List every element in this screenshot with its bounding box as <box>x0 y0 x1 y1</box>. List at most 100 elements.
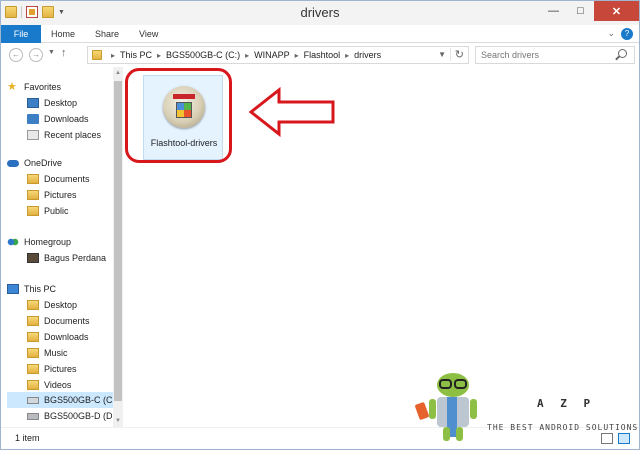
nav-item-label: Bagus Perdana <box>44 253 107 263</box>
minimize-button[interactable]: — <box>540 1 567 21</box>
watermark-tagline: THE BEST ANDROID SOLUTIONS <box>487 423 639 432</box>
address-bar[interactable]: ▸ This PC ▸ BGS500GB-C (C:) ▸ WINAPP ▸ F… <box>87 46 469 64</box>
explorer-window: ▼ drivers — □ ✕ File Home Share View ⌄ ?… <box>0 0 640 450</box>
breadcrumb-this-pc[interactable]: This PC <box>120 50 152 60</box>
breadcrumb-drivers[interactable]: drivers <box>354 50 381 60</box>
breadcrumb-winapp[interactable]: WINAPP <box>254 50 290 60</box>
tab-home[interactable]: Home <box>41 25 85 43</box>
navigation-pane: ★ Favorites Desktop Downloads Recent pla… <box>1 67 125 427</box>
nav-item-pc-music[interactable]: Music <box>27 345 68 361</box>
search-input[interactable] <box>475 46 635 64</box>
nav-item-drive-c[interactable]: BGS500GB-C (C:) <box>7 392 118 408</box>
breadcrumb-chevron-icon[interactable]: ▸ <box>157 51 161 60</box>
downloads-icon <box>27 114 39 124</box>
highlight-circle <box>125 68 232 163</box>
navigation-scrollbar[interactable]: ▲ ▼ <box>113 67 123 427</box>
nav-group-label: This PC <box>24 284 57 294</box>
desktop-icon <box>27 98 39 108</box>
nav-group-homegroup[interactable]: Homegroup <box>7 234 71 250</box>
star-icon: ★ <box>7 81 17 93</box>
nav-item-pc-desktop[interactable]: Desktop <box>27 297 77 313</box>
breadcrumb-chevron-icon[interactable]: ▸ <box>111 51 115 60</box>
nav-item-downloads[interactable]: Downloads <box>27 111 89 127</box>
nav-item-label: Desktop <box>44 98 78 108</box>
nav-item-label: Music <box>44 348 68 358</box>
nav-group-label: Favorites <box>24 82 62 92</box>
tab-share[interactable]: Share <box>85 25 129 43</box>
breadcrumb-chevron-icon[interactable]: ▸ <box>245 51 249 60</box>
nav-item-label: BGS500GB-D (D:) <box>44 411 119 421</box>
nav-item-label: Videos <box>44 380 72 390</box>
tab-file[interactable]: File <box>1 25 41 43</box>
nav-item-label: Documents <box>44 316 90 326</box>
expand-ribbon-chevron-icon[interactable]: ⌄ <box>607 28 615 40</box>
drive-icon <box>27 412 39 420</box>
pointer-arrow-icon <box>248 86 335 138</box>
tab-view[interactable]: View <box>129 25 168 43</box>
computer-icon <box>7 284 19 294</box>
window-controls: — □ ✕ <box>540 1 639 21</box>
scroll-thumb[interactable] <box>114 81 122 401</box>
folder-icon <box>27 332 39 342</box>
nav-item-label: Downloads <box>44 114 89 124</box>
nav-group-label: OneDrive <box>24 158 63 168</box>
maximize-button[interactable]: □ <box>567 1 594 21</box>
folder-icon <box>27 300 39 310</box>
nav-item-pc-downloads[interactable]: Downloads <box>27 329 89 345</box>
title-bar: ▼ drivers — □ ✕ <box>1 1 639 25</box>
ribbon-right-controls: ⌄ ? <box>607 28 633 40</box>
nav-item-recent-places[interactable]: Recent places <box>27 127 101 143</box>
nav-item-label: Downloads <box>44 332 89 342</box>
android-mascot-icon <box>415 373 477 441</box>
address-history-chevron-icon[interactable]: ▼ <box>438 50 446 59</box>
scroll-down-icon[interactable]: ▼ <box>113 415 123 427</box>
close-button[interactable]: ✕ <box>594 1 639 21</box>
folder-icon <box>27 380 39 390</box>
refresh-icon[interactable]: ↻ <box>449 48 464 61</box>
cloud-icon <box>7 159 19 167</box>
ribbon-tabs: File Home Share View ⌄ ? <box>1 25 639 43</box>
nav-group-label: Homegroup <box>24 237 72 247</box>
nav-item-label: BGS500GB-C (C:) <box>44 395 119 405</box>
folder-icon <box>27 190 39 200</box>
breadcrumb-drive-c[interactable]: BGS500GB-C (C:) <box>166 50 240 60</box>
drive-icon <box>27 396 39 404</box>
up-arrow-icon[interactable]: ↑ <box>61 47 67 59</box>
folder-icon <box>27 206 39 216</box>
help-icon[interactable]: ? <box>621 28 633 40</box>
recent-places-icon <box>27 130 39 140</box>
nav-group-onedrive[interactable]: OneDrive <box>7 155 62 171</box>
search-icon[interactable] <box>618 49 627 58</box>
nav-item-homegroup-user[interactable]: Bagus Perdana <box>27 250 106 266</box>
folder-icon <box>92 50 102 60</box>
nav-item-pc-pictures[interactable]: Pictures <box>27 361 77 377</box>
folder-icon <box>27 364 39 374</box>
breadcrumb-flashtool[interactable]: Flashtool <box>304 50 341 60</box>
nav-group-favorites[interactable]: ★ Favorites <box>7 79 61 95</box>
forward-button[interactable]: → <box>29 48 43 62</box>
recent-locations-chevron-icon[interactable]: ▼ <box>48 49 55 56</box>
watermark-letters: A Z P <box>537 397 596 410</box>
user-avatar-icon <box>27 253 39 263</box>
scroll-up-icon[interactable]: ▲ <box>113 67 123 79</box>
nav-item-onedrive-documents[interactable]: Documents <box>27 171 90 187</box>
nav-item-onedrive-public[interactable]: Public <box>27 203 69 219</box>
nav-item-pc-videos[interactable]: Videos <box>27 377 71 393</box>
back-button[interactable]: ← <box>9 48 23 62</box>
nav-item-label: Desktop <box>44 300 78 310</box>
breadcrumb-chevron-icon[interactable]: ▸ <box>295 51 299 60</box>
folder-icon <box>27 174 39 184</box>
nav-item-label: Documents <box>44 174 90 184</box>
folder-icon <box>27 316 39 326</box>
nav-item-drive-d[interactable]: BGS500GB-D (D:) <box>27 408 118 424</box>
item-count: 1 item <box>15 433 40 443</box>
nav-group-this-pc[interactable]: This PC <box>7 281 56 297</box>
nav-item-label: Recent places <box>44 130 102 140</box>
address-row: ← → ▼ ↑ ▸ This PC ▸ BGS500GB-C (C:) ▸ WI… <box>1 43 639 67</box>
nav-item-onedrive-pictures[interactable]: Pictures <box>27 187 77 203</box>
breadcrumb-chevron-icon[interactable]: ▸ <box>345 51 349 60</box>
nav-item-label: Public <box>44 206 69 216</box>
nav-item-pc-documents[interactable]: Documents <box>27 313 90 329</box>
nav-item-label: Pictures <box>44 364 77 374</box>
nav-item-desktop[interactable]: Desktop <box>27 95 77 111</box>
